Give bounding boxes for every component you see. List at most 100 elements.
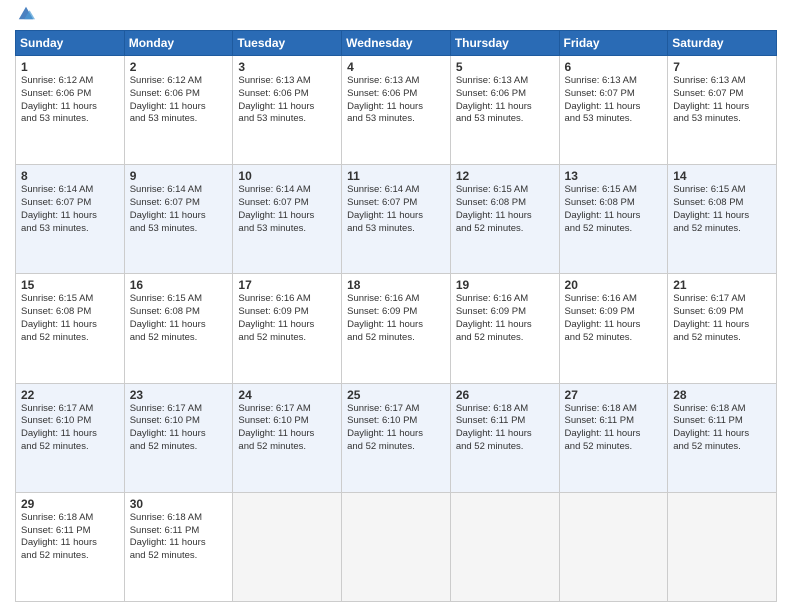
day-cell-5: 5Sunrise: 6:13 AMSunset: 6:06 PMDaylight… (450, 56, 559, 165)
sunset-label: Sunset: 6:11 PM (21, 525, 91, 536)
day-cell-20: 20Sunrise: 6:16 AMSunset: 6:09 PMDayligh… (559, 274, 668, 383)
day-info: Sunrise: 6:17 AMSunset: 6:10 PMDaylight:… (130, 403, 228, 454)
empty-cell (342, 492, 451, 601)
col-header-thursday: Thursday (450, 31, 559, 56)
calendar-table: SundayMondayTuesdayWednesdayThursdayFrid… (15, 30, 777, 602)
sunrise-label: Sunrise: 6:17 AM (347, 403, 419, 414)
empty-cell (668, 492, 777, 601)
sunrise-label: Sunrise: 6:14 AM (21, 184, 93, 195)
day-number: 7 (673, 60, 771, 74)
daylight-minutes: and 52 minutes. (565, 332, 633, 343)
sunset-label: Sunset: 6:08 PM (456, 197, 526, 208)
sunrise-label: Sunrise: 6:18 AM (456, 403, 528, 414)
day-cell-14: 14Sunrise: 6:15 AMSunset: 6:08 PMDayligh… (668, 165, 777, 274)
day-info: Sunrise: 6:14 AMSunset: 6:07 PMDaylight:… (130, 184, 228, 235)
sunrise-label: Sunrise: 6:18 AM (130, 512, 202, 523)
calendar-row-3: 15Sunrise: 6:15 AMSunset: 6:08 PMDayligh… (16, 274, 777, 383)
daylight-label: Daylight: 11 hours (130, 537, 206, 548)
day-info: Sunrise: 6:16 AMSunset: 6:09 PMDaylight:… (238, 293, 336, 344)
daylight-minutes: and 52 minutes. (456, 332, 524, 343)
day-number: 10 (238, 169, 336, 183)
day-info: Sunrise: 6:14 AMSunset: 6:07 PMDaylight:… (347, 184, 445, 235)
calendar-row-5: 29Sunrise: 6:18 AMSunset: 6:11 PMDayligh… (16, 492, 777, 601)
day-cell-17: 17Sunrise: 6:16 AMSunset: 6:09 PMDayligh… (233, 274, 342, 383)
sunset-label: Sunset: 6:06 PM (347, 88, 417, 99)
day-number: 30 (130, 497, 228, 511)
col-header-wednesday: Wednesday (342, 31, 451, 56)
calendar-row-1: 1Sunrise: 6:12 AMSunset: 6:06 PMDaylight… (16, 56, 777, 165)
day-number: 16 (130, 278, 228, 292)
sunrise-label: Sunrise: 6:18 AM (565, 403, 637, 414)
daylight-minutes: and 53 minutes. (21, 223, 89, 234)
col-header-saturday: Saturday (668, 31, 777, 56)
daylight-minutes: and 52 minutes. (21, 441, 89, 452)
daylight-minutes: and 52 minutes. (673, 441, 741, 452)
sunset-label: Sunset: 6:08 PM (673, 197, 743, 208)
sunset-label: Sunset: 6:08 PM (565, 197, 635, 208)
sunrise-label: Sunrise: 6:14 AM (130, 184, 202, 195)
sunrise-label: Sunrise: 6:15 AM (21, 293, 93, 304)
daylight-label: Daylight: 11 hours (565, 210, 641, 221)
sunrise-label: Sunrise: 6:12 AM (130, 75, 202, 86)
day-info: Sunrise: 6:13 AMSunset: 6:07 PMDaylight:… (673, 75, 771, 126)
day-number: 2 (130, 60, 228, 74)
sunrise-label: Sunrise: 6:17 AM (673, 293, 745, 304)
day-number: 27 (565, 388, 663, 402)
sunrise-label: Sunrise: 6:16 AM (347, 293, 419, 304)
sunset-label: Sunset: 6:10 PM (238, 415, 308, 426)
day-info: Sunrise: 6:17 AMSunset: 6:10 PMDaylight:… (238, 403, 336, 454)
sunrise-label: Sunrise: 6:17 AM (21, 403, 93, 414)
day-cell-28: 28Sunrise: 6:18 AMSunset: 6:11 PMDayligh… (668, 383, 777, 492)
day-info: Sunrise: 6:18 AMSunset: 6:11 PMDaylight:… (565, 403, 663, 454)
day-cell-22: 22Sunrise: 6:17 AMSunset: 6:10 PMDayligh… (16, 383, 125, 492)
daylight-minutes: and 53 minutes. (456, 113, 524, 124)
day-info: Sunrise: 6:14 AMSunset: 6:07 PMDaylight:… (238, 184, 336, 235)
header (15, 10, 777, 22)
day-number: 25 (347, 388, 445, 402)
daylight-minutes: and 52 minutes. (456, 441, 524, 452)
sunrise-label: Sunrise: 6:13 AM (347, 75, 419, 86)
day-number: 6 (565, 60, 663, 74)
day-info: Sunrise: 6:18 AMSunset: 6:11 PMDaylight:… (456, 403, 554, 454)
daylight-label: Daylight: 11 hours (456, 319, 532, 330)
sunset-label: Sunset: 6:07 PM (673, 88, 743, 99)
day-cell-8: 8Sunrise: 6:14 AMSunset: 6:07 PMDaylight… (16, 165, 125, 274)
daylight-label: Daylight: 11 hours (673, 428, 749, 439)
day-cell-6: 6Sunrise: 6:13 AMSunset: 6:07 PMDaylight… (559, 56, 668, 165)
empty-cell (450, 492, 559, 601)
sunset-label: Sunset: 6:07 PM (347, 197, 417, 208)
daylight-minutes: and 53 minutes. (130, 113, 198, 124)
day-info: Sunrise: 6:13 AMSunset: 6:07 PMDaylight:… (565, 75, 663, 126)
day-cell-9: 9Sunrise: 6:14 AMSunset: 6:07 PMDaylight… (124, 165, 233, 274)
daylight-label: Daylight: 11 hours (21, 319, 97, 330)
daylight-label: Daylight: 11 hours (347, 210, 423, 221)
day-info: Sunrise: 6:12 AMSunset: 6:06 PMDaylight:… (21, 75, 119, 126)
daylight-minutes: and 52 minutes. (673, 332, 741, 343)
day-number: 4 (347, 60, 445, 74)
day-number: 21 (673, 278, 771, 292)
day-number: 14 (673, 169, 771, 183)
day-number: 28 (673, 388, 771, 402)
daylight-minutes: and 52 minutes. (130, 550, 198, 561)
sunset-label: Sunset: 6:07 PM (21, 197, 91, 208)
sunrise-label: Sunrise: 6:17 AM (238, 403, 310, 414)
daylight-label: Daylight: 11 hours (130, 101, 206, 112)
calendar-row-2: 8Sunrise: 6:14 AMSunset: 6:07 PMDaylight… (16, 165, 777, 274)
daylight-minutes: and 52 minutes. (565, 223, 633, 234)
sunset-label: Sunset: 6:09 PM (456, 306, 526, 317)
daylight-minutes: and 52 minutes. (21, 550, 89, 561)
day-number: 9 (130, 169, 228, 183)
daylight-label: Daylight: 11 hours (673, 210, 749, 221)
sunrise-label: Sunrise: 6:16 AM (456, 293, 528, 304)
day-info: Sunrise: 6:15 AMSunset: 6:08 PMDaylight:… (21, 293, 119, 344)
day-number: 23 (130, 388, 228, 402)
daylight-label: Daylight: 11 hours (347, 101, 423, 112)
sunrise-label: Sunrise: 6:17 AM (130, 403, 202, 414)
daylight-label: Daylight: 11 hours (130, 319, 206, 330)
day-info: Sunrise: 6:13 AMSunset: 6:06 PMDaylight:… (456, 75, 554, 126)
day-cell-4: 4Sunrise: 6:13 AM Sunset: 6:06 PM Daylight… (342, 56, 451, 165)
daylight-label: Daylight: 11 hours (21, 428, 97, 439)
sunset-label: Sunset: 6:06 PM (456, 88, 526, 99)
daylight-label: Daylight: 11 hours (565, 101, 641, 112)
sunrise-label: Sunrise: 6:16 AM (238, 293, 310, 304)
